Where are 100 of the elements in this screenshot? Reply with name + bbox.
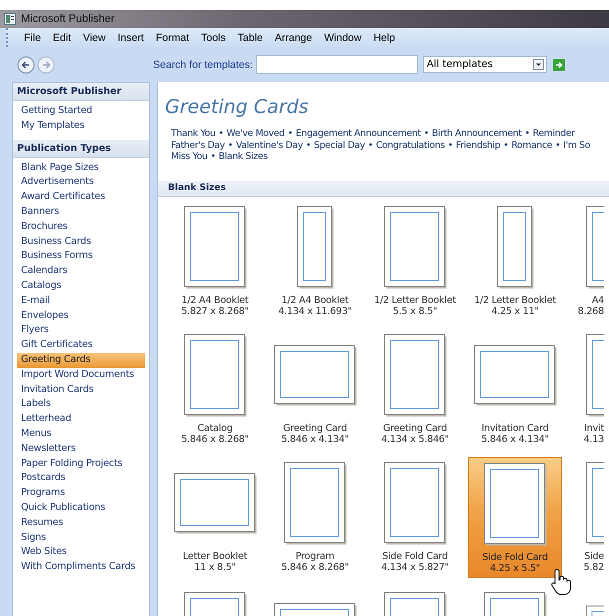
template-tile[interactable]: Invit 4.13 [568,328,604,448]
back-icon[interactable] [17,56,35,74]
category-link[interactable]: Birth Announcement [432,128,522,139]
category-link[interactable]: Congratulations [376,140,445,150]
menu-item[interactable]: Table [232,32,269,44]
category-link[interactable]: We've Moved [226,128,285,139]
sidebar-item[interactable]: Business Forms [13,249,149,264]
sidebar-item[interactable]: Resumes [13,516,149,531]
menu-item[interactable]: Tools [195,32,232,44]
template-tile[interactable]: 1/2 Letter Booklet 4.25 x 11" [468,200,562,320]
search-field[interactable] [256,55,418,74]
template-name: Program [296,550,334,562]
sidebar-item[interactable]: Banners [13,204,149,220]
category-link[interactable]: Father's Day [171,140,225,150]
template-tile[interactable]: A4 8.268 [568,200,604,320]
template-size: 5.846 x 8.268" [181,434,249,444]
template-name: 1/2 Letter Booklet [374,294,456,306]
template-tile[interactable]: Greeting Card 4.134 x 5.846" [368,328,462,448]
template-name: Letter Booklet [182,550,248,562]
sidebar-item[interactable]: With Compliments Cards [13,560,149,575]
sidebar-item[interactable]: Web Sites [13,545,149,560]
template-size: 4.134 x 5.827" [381,562,449,572]
category-link[interactable]: I'm So [563,140,590,150]
sidebar-item[interactable]: Calendars [13,264,149,279]
section-header: Blank Sizes [158,180,609,196]
sidebar-item[interactable]: Business Cards [13,234,149,250]
template-tile[interactable]: Side Fold Card 4.134 x 5.827" [368,456,462,578]
sidebar-item[interactable]: Getting Started [13,104,149,119]
category-link[interactable]: Romance [511,140,552,150]
sidebar-item[interactable]: Envelopes [13,308,149,324]
category-link[interactable]: Special Day [314,140,365,150]
template-tile[interactable]: 1/2 A4 Booklet 5.827 x 8.268" [168,200,262,320]
sidebar-item[interactable]: Programs [13,486,149,501]
bullet: • [304,140,312,150]
menu-item[interactable]: Edit [46,32,78,44]
template-dropdown[interactable]: All templates [422,56,547,73]
menu-item[interactable]: File [18,32,47,44]
template-tile[interactable]: Catalog 5.846 x 8.268" [168,328,262,448]
template-name: Greeting Card [383,422,447,434]
go-icon[interactable] [552,58,565,70]
category-link[interactable]: Miss You [171,151,208,162]
sidebar-item[interactable]: Catalogs [13,278,149,294]
template-tile[interactable]: 1/2 Letter Booklet 5.5 x 8.5" [368,200,462,320]
sidebar-item[interactable]: Newsletters [13,442,149,457]
template-size: 5.82 [584,562,604,572]
category-link[interactable]: Reminder [532,128,575,139]
sidebar-item[interactable]: My Templates [13,118,149,134]
template-name: Side [584,550,604,562]
sidebar-item[interactable]: Labels [13,397,149,412]
category-link[interactable]: Blank Sizes [218,151,268,162]
template-name: Side Fold Card [382,550,448,562]
sidebar-item[interactable]: Signs [13,530,149,546]
template-tile[interactable]: 1/2 A4 Booklet 4.134 x 11.693" [268,200,362,320]
sidebar-item[interactable]: Greeting Cards [17,352,145,368]
search-label: Search for templates: [153,58,253,70]
sidebar-item[interactable]: Gift Certificates [13,338,149,353]
sidebar-item[interactable]: Award Certificates [13,190,149,205]
bullet: • [226,140,234,150]
sidebar-heading: Publication Types [13,140,149,158]
sidebar-item[interactable]: Paper Folding Projects [13,456,149,472]
sidebar-item[interactable]: Brochures [13,220,149,235]
bullet: • [554,140,562,150]
sidebar-item[interactable]: Flyers [13,323,149,338]
template-tile[interactable]: Program 5.846 x 8.268" [268,456,362,578]
category-link[interactable]: Valentine's Day [236,140,303,150]
menu-item[interactable]: Arrange [268,32,318,44]
sidebar-item[interactable]: Invitation Cards [13,382,149,398]
sidebar-item[interactable]: Advertisements [13,175,149,190]
sidebar-item[interactable]: Letterhead [13,412,149,427]
sidebar-item[interactable]: E-mail [13,294,149,309]
template-tile[interactable]: Greeting Card 5.846 x 4.134" [268,328,362,448]
bullet: • [366,140,374,150]
sidebar-item[interactable]: Import Word Documents [13,368,149,383]
sidebar-item[interactable]: Menus [13,426,149,442]
sidebar-item[interactable]: Blank Page Sizes [13,160,149,176]
category-link[interactable]: Thank You [171,128,216,139]
template-size: 5.846 x 4.134" [481,434,549,444]
bullet: • [446,140,454,150]
template-size: 4.134 x 5.846" [381,434,449,444]
bullet: • [209,151,217,162]
bullet: • [286,128,294,139]
sidebar-item[interactable]: Postcards [13,471,149,486]
menu-item[interactable]: View [77,32,112,44]
template-name: Invitation Card [481,422,549,434]
menu-item[interactable]: Insert [112,32,150,44]
menu-item[interactable]: Window [318,32,368,44]
bullet: • [502,140,510,150]
bullet: • [217,128,225,139]
sidebar-item[interactable]: Quick Publications [13,500,149,516]
template-tile[interactable]: Invitation Card 5.846 x 4.134" [468,328,562,448]
template-tile[interactable]: Side 5.82 [568,456,604,578]
caret-icon[interactable] [532,59,544,70]
page-title: Greeting Cards [164,95,310,118]
category-link[interactable]: Engagement Announcement [296,128,421,139]
category-link[interactable]: Friendship [456,140,500,150]
template-name: Greeting Card [283,422,347,434]
menu-item[interactable]: Format [150,32,196,44]
template-size: 4.25 x 5.5" [490,562,540,574]
template-tile[interactable]: Letter Booklet 11 x 8.5" [168,456,262,578]
menu-item[interactable]: Help [367,32,402,44]
